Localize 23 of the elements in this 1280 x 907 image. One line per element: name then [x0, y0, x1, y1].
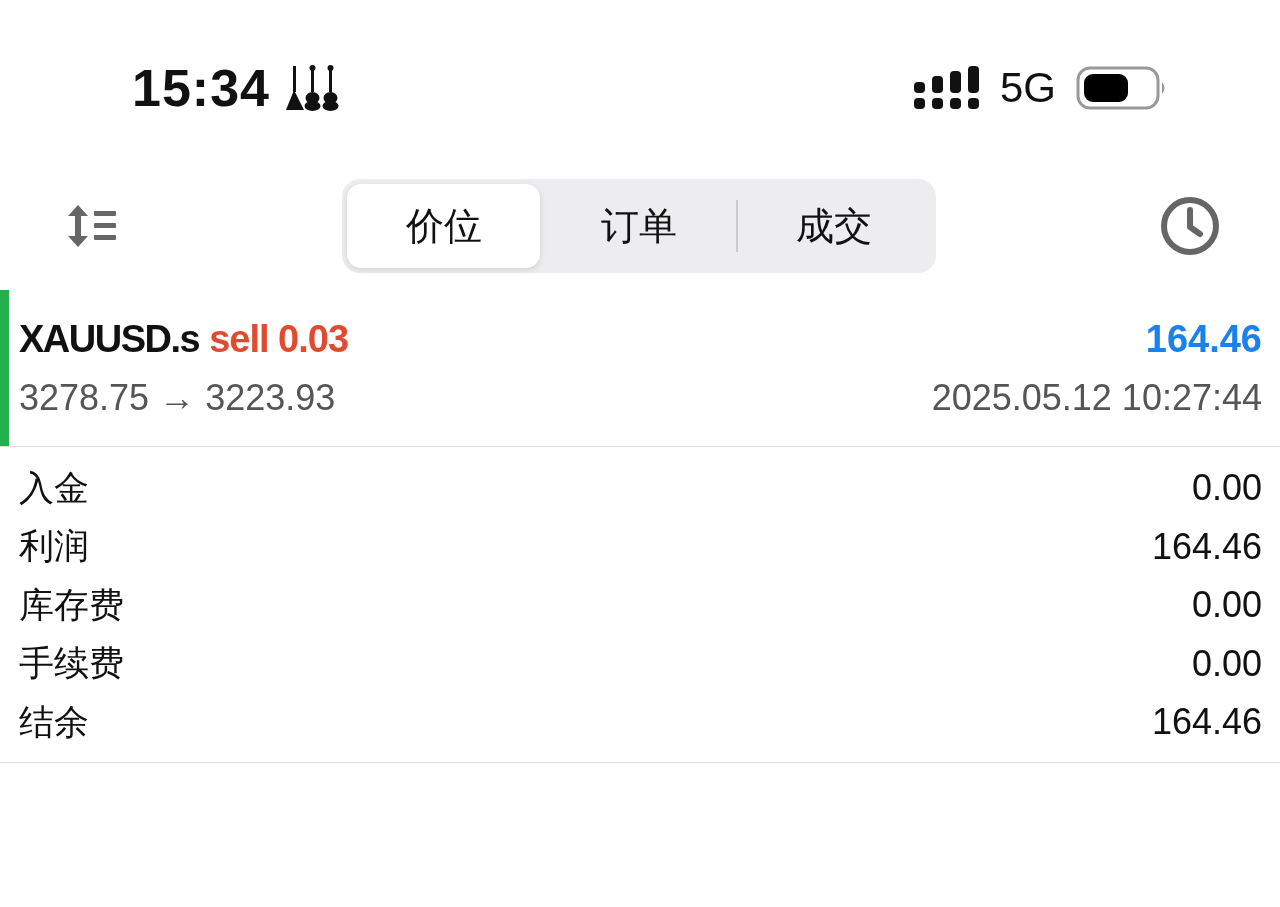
profit-value: 164.46 — [1145, 317, 1262, 361]
trade-side: sell 0.03 — [209, 317, 349, 361]
sort-icon[interactable] — [66, 203, 118, 249]
signal-icon — [913, 66, 980, 110]
summary-value: 0.00 — [1191, 642, 1262, 685]
tab[interactable]: 价位 — [347, 184, 541, 268]
clock-icon[interactable] — [1160, 196, 1220, 256]
summary-label: 入金 — [19, 466, 89, 510]
summary-label: 结余 — [19, 700, 89, 744]
summary-value: 164.46 — [1151, 525, 1262, 568]
network-label: 5G — [999, 64, 1056, 112]
summary-label: 利润 — [19, 525, 89, 569]
price-range: 3278.75 → 3223.93 — [19, 376, 336, 419]
summary-label: 手续费 — [19, 642, 124, 686]
tab[interactable]: 订单 — [542, 184, 736, 268]
summary-label: 库存费 — [19, 583, 124, 627]
summary-value: 0.00 — [1191, 467, 1262, 510]
status-time: 15:34 — [132, 58, 270, 118]
symbol-label: XAUUSD.s — [19, 317, 200, 361]
summary-value: 0.00 — [1191, 584, 1262, 627]
deal-time: 2025.05.12 10:27:44 — [931, 376, 1262, 419]
tab[interactable]: 成交 — [737, 184, 931, 268]
summary-value: 164.46 — [1151, 701, 1262, 744]
